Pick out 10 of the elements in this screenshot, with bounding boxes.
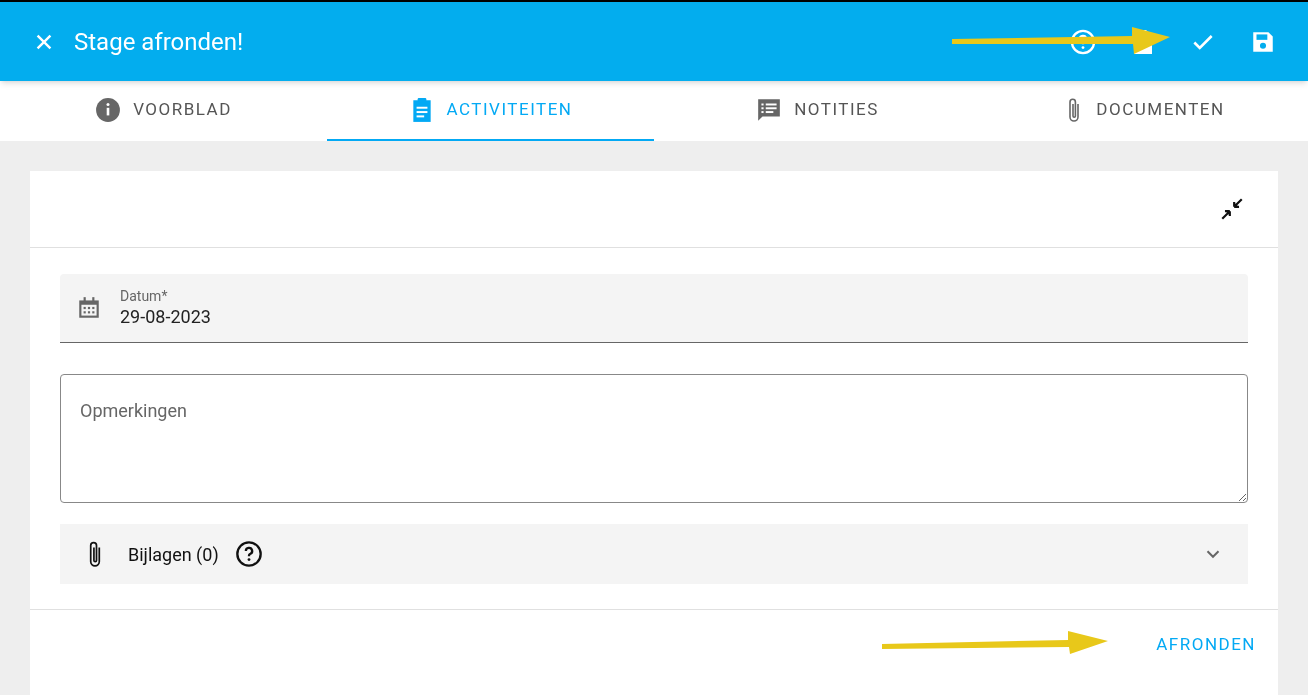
field-label: Datum* xyxy=(120,287,169,305)
date-field[interactable]: Datum* 29-08-2023 xyxy=(60,274,1248,343)
tab[interactable]: NOTITIES xyxy=(654,81,981,141)
tab[interactable]: DOCUMENTEN xyxy=(981,81,1308,141)
window-title: Stage afronden! xyxy=(74,26,244,58)
attachments-label: Bijlagen (0) xyxy=(128,542,219,567)
field-value: 29-08-2023 xyxy=(120,305,211,329)
remarks-field[interactable]: Opmerkingen xyxy=(60,374,1248,503)
tab[interactable]: VOORBLAD xyxy=(0,81,327,141)
attachments-panel[interactable]: Bijlagen (0) xyxy=(60,524,1248,584)
